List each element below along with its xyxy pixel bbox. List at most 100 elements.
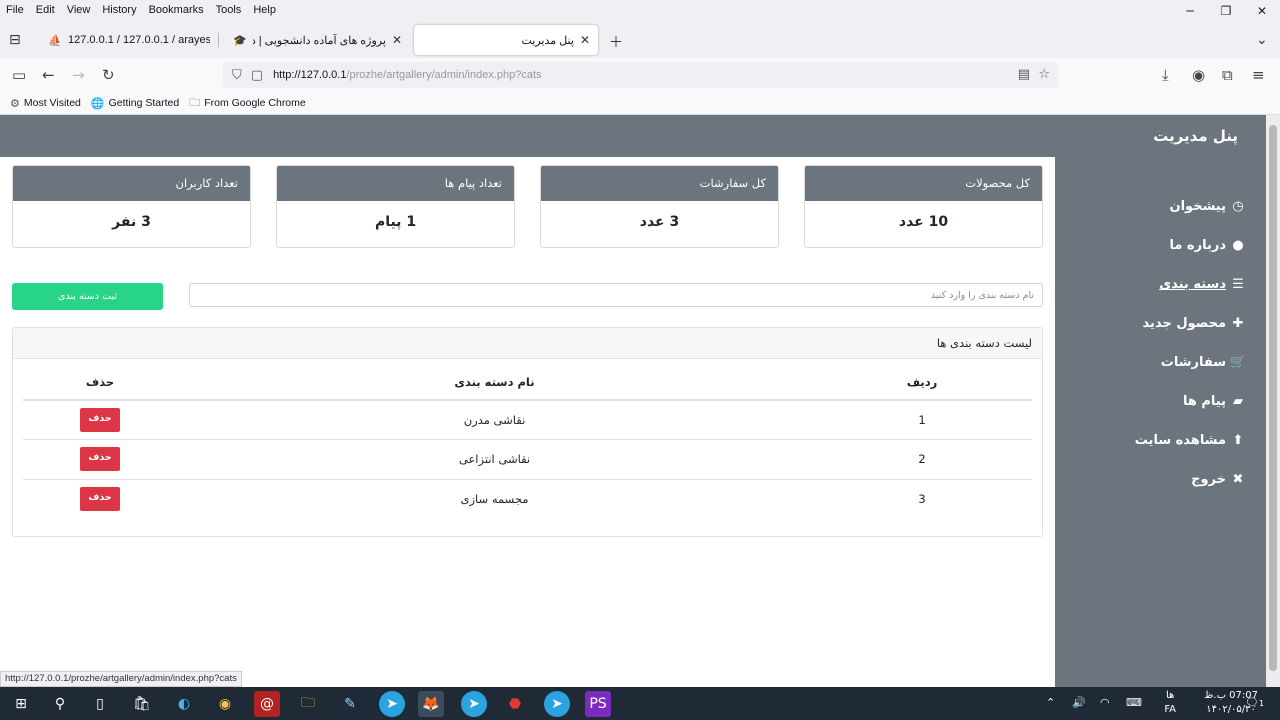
- cell-delete: حذف: [23, 400, 177, 440]
- globe-icon: 🌐: [90, 97, 105, 110]
- page-viewport: پنل مدیریت ◷ پیشخوان ● درباره ما ☰ دسته …: [0, 115, 1266, 687]
- category-list-card: لیست دسته بندی ها ردیف نام دسته بندی حذف…: [12, 327, 1043, 537]
- main-content: کل محصولات 10 عدد کل سفارشات 3 عدد تعداد…: [0, 157, 1055, 687]
- file-explorer-icon[interactable]: 🗀: [295, 691, 321, 717]
- submit-category-button[interactable]: ثبت دسته بندی: [12, 283, 163, 310]
- search-icon[interactable]: ⚲: [47, 691, 73, 717]
- app-icon[interactable]: @: [254, 691, 280, 717]
- bookmark-getting-started[interactable]: 🌐 Getting Started: [91, 97, 179, 110]
- bookmark-most-visited[interactable]: ⚙ Most Visited: [10, 97, 81, 110]
- sidebar-item-orders[interactable]: 🛒 سفارشات: [1135, 343, 1246, 382]
- notepad-icon[interactable]: ✎: [337, 691, 363, 717]
- admin-sidebar: پنل مدیریت ◷ پیشخوان ● درباره ما ☰ دسته …: [1055, 115, 1266, 687]
- tab-student-projects[interactable]: 🎓 پروژه های آماده دانشجویی | دانلو ✕: [225, 25, 410, 55]
- sidebar-item-dashboard[interactable]: ◷ پیشخوان: [1135, 187, 1246, 226]
- notification-icon[interactable]: 🗨1: [1245, 696, 1264, 709]
- sidebar-brand[interactable]: پنل مدیریت: [1153, 127, 1238, 145]
- tab-close-icon[interactable]: ✕: [580, 33, 590, 47]
- minimize-icon[interactable]: ─: [1172, 0, 1208, 22]
- menu-tools[interactable]: Tools: [210, 4, 248, 16]
- tab-phpmyadmin[interactable]: ⛵ 127.0.0.1 / 127.0.0.1 / arayeshi |: [40, 25, 219, 55]
- firefox-icon[interactable]: 🦊: [418, 691, 444, 717]
- window-close-icon[interactable]: ✕: [1244, 0, 1280, 22]
- new-tab-icon[interactable]: ＋: [609, 32, 623, 52]
- sidebar-nav: ◷ پیشخوان ● درباره ما ☰ دسته بندی ✚ محصو…: [1135, 187, 1246, 499]
- category-name-input[interactable]: [189, 283, 1043, 307]
- telegram-icon[interactable]: ➤: [379, 691, 405, 717]
- sidebar-item-logout[interactable]: ✖ خروج: [1135, 460, 1246, 499]
- extensions-icon[interactable]: ⧉: [1222, 66, 1233, 84]
- reader-view-icon[interactable]: ▤: [1018, 67, 1030, 82]
- task-view-icon[interactable]: ▯: [87, 691, 113, 717]
- keyboard-icon[interactable]: ⌨: [1126, 696, 1142, 709]
- table-row: 3 مجسمه سازی حذف: [23, 479, 1032, 519]
- edge-icon[interactable]: ◐: [171, 691, 197, 717]
- menu-history[interactable]: History: [96, 4, 142, 16]
- cart-icon: 🛒: [1229, 355, 1246, 370]
- downloads-icon[interactable]: ⤓: [1162, 66, 1169, 84]
- stat-card-messages: تعداد پیام ها 1 پیام: [276, 165, 515, 248]
- cell-category-name: مجسمه سازی: [460, 492, 529, 506]
- cell-row-number: 2: [812, 439, 1032, 480]
- phpstorm-icon[interactable]: PS: [585, 691, 611, 717]
- menu-help[interactable]: Help: [247, 4, 282, 16]
- sidebar-item-view-site[interactable]: ⬆ مشاهده سایت: [1135, 421, 1246, 460]
- forward-icon[interactable]: →: [72, 66, 85, 84]
- delete-button[interactable]: حذف: [80, 487, 120, 511]
- sidebar-toggle-icon[interactable]: ▭: [12, 66, 26, 84]
- page-scrollbar[interactable]: [1266, 115, 1280, 687]
- telegram-icon[interactable]: ➤: [461, 691, 487, 717]
- sidebar-item-categories[interactable]: ☰ دسته بندی: [1135, 265, 1246, 304]
- col-header-delete: حذف: [23, 365, 177, 401]
- scrollbar-thumb[interactable]: [1269, 125, 1277, 671]
- restore-icon[interactable]: ❐: [1208, 0, 1244, 22]
- cell-row-number: 1: [812, 400, 1032, 440]
- address-bar[interactable]: ⛉ ▢ http://127.0.0.1/prozhe/artgallery/a…: [223, 62, 1058, 88]
- arrow-up-icon: ⬆: [1232, 433, 1244, 448]
- col-header-category-name: نام دسته بندی: [177, 365, 812, 401]
- stat-value: 1 پیام: [374, 214, 417, 230]
- menu-file[interactable]: File: [0, 4, 30, 16]
- tab-close-icon[interactable]: ✕: [392, 33, 402, 47]
- tab-overview-icon[interactable]: ⊟: [9, 32, 21, 48]
- bookmark-from-google-chrome[interactable]: 🗀 From Google Chrome: [189, 94, 306, 113]
- tab-admin-panel[interactable]: پنل مدیریت ✕: [414, 25, 598, 55]
- acrobat-icon[interactable]: ⬣: [502, 691, 528, 717]
- shield-icon[interactable]: ⛉: [232, 68, 242, 83]
- menu-bar: File Edit View History Bookmarks Tools H…: [0, 0, 1280, 20]
- close-icon: ✖: [1232, 472, 1244, 487]
- delete-button[interactable]: حذف: [80, 447, 120, 472]
- cell-delete: حذف: [23, 479, 177, 519]
- back-icon[interactable]: ←: [42, 66, 55, 84]
- window-controls: ─ ❐ ✕: [1172, 0, 1280, 22]
- account-icon[interactable]: ◉: [1192, 66, 1205, 84]
- store-icon[interactable]: 🛍: [129, 691, 155, 717]
- volume-icon[interactable]: 🔊: [1072, 696, 1086, 709]
- hamburger-menu-icon[interactable]: ≡: [1252, 66, 1265, 84]
- list-tabs-chevron-icon[interactable]: ⌄: [1256, 32, 1268, 48]
- folder-icon: 🗀: [189, 96, 201, 109]
- bookmark-star-icon[interactable]: ☆: [1038, 67, 1050, 82]
- sidebar-item-new-product[interactable]: ✚ محصول جدید: [1135, 304, 1246, 343]
- windows-start-icon[interactable]: ⊞: [8, 691, 34, 717]
- sidebar-item-about[interactable]: ● درباره ما: [1135, 226, 1246, 265]
- telegram-icon[interactable]: ➤: [544, 691, 570, 717]
- chrome-icon[interactable]: ◉: [212, 691, 238, 717]
- wifi-icon[interactable]: ◠: [1100, 696, 1110, 709]
- reload-icon[interactable]: ↻: [102, 66, 115, 84]
- menu-edit[interactable]: Edit: [30, 4, 61, 16]
- page-info-icon[interactable]: ▢: [251, 68, 263, 83]
- menu-view[interactable]: View: [61, 4, 97, 16]
- bookmarks-toolbar: ⚙ Most Visited 🌐 Getting Started 🗀 From Goo…: [0, 92, 1280, 115]
- link-status-url: http://127.0.0.1/prozhe/artgallery/admin…: [0, 671, 242, 687]
- tray-chevron-icon[interactable]: ⌃: [1046, 696, 1055, 709]
- sidebar-item-messages[interactable]: ▰ پیام ها: [1135, 382, 1246, 421]
- comment-icon: ▰: [1233, 394, 1243, 409]
- stat-card-users: تعداد کاربران 3 نفر: [12, 165, 251, 248]
- stat-card-orders: کل سفارشات 3 عدد: [540, 165, 779, 248]
- delete-button[interactable]: حذف: [80, 408, 120, 432]
- user-icon: ●: [1232, 238, 1244, 253]
- menu-bookmarks[interactable]: Bookmarks: [143, 4, 210, 16]
- url-text[interactable]: http://127.0.0.1/prozhe/artgallery/admin…: [273, 69, 541, 81]
- language-indicator[interactable]: ها FA: [1164, 689, 1176, 717]
